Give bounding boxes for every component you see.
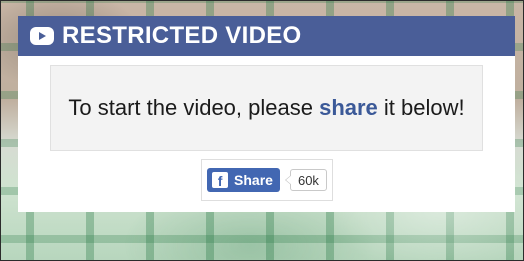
message-box: To start the video, please share it belo…: [50, 65, 483, 151]
video-play-icon: [30, 27, 54, 45]
share-button-label: Share: [234, 172, 273, 188]
facebook-icon: f: [212, 172, 229, 189]
share-count-bubble: 60k: [284, 169, 327, 191]
message-text-after: it below!: [377, 95, 465, 120]
header-title: RESTRICTED VIDEO: [62, 22, 302, 49]
facebook-icon-letter: f: [217, 172, 223, 189]
restricted-video-header: RESTRICTED VIDEO: [18, 16, 515, 56]
message-share-word: share: [319, 95, 378, 120]
restriction-panel: To start the video, please share it belo…: [18, 56, 515, 212]
share-instruction: To start the video, please share it belo…: [68, 95, 464, 121]
message-text-before: To start the video, please: [68, 95, 320, 120]
facebook-share-button[interactable]: f Share: [207, 168, 280, 192]
share-widget: f Share 60k: [201, 159, 333, 201]
